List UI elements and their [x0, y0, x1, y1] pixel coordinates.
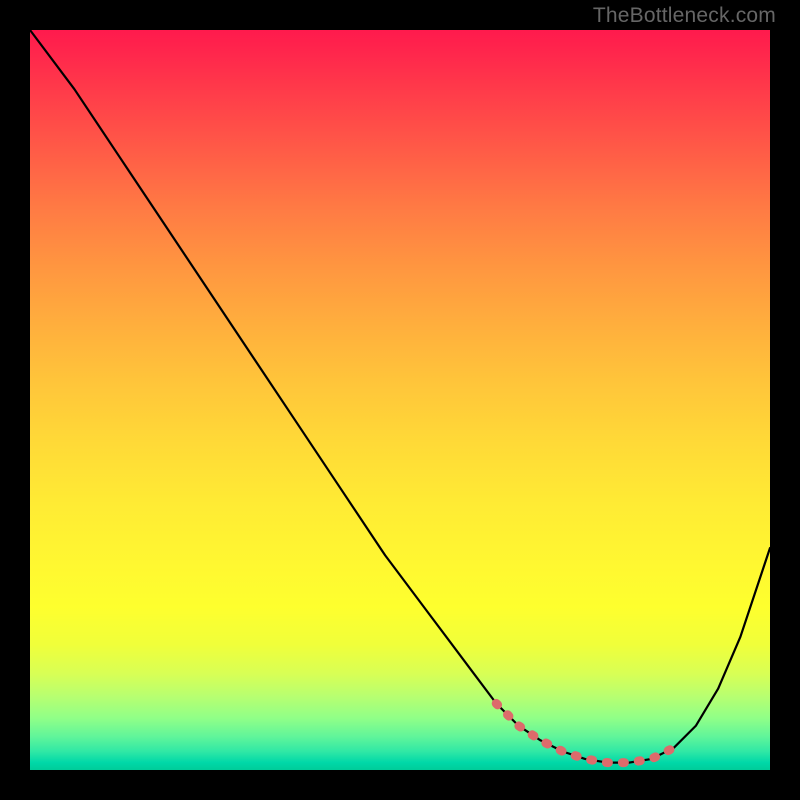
chart-dotted-segment [496, 703, 674, 762]
chart-curve [30, 30, 770, 763]
chart-svg [30, 30, 770, 770]
watermark-text: TheBottleneck.com [593, 4, 776, 28]
